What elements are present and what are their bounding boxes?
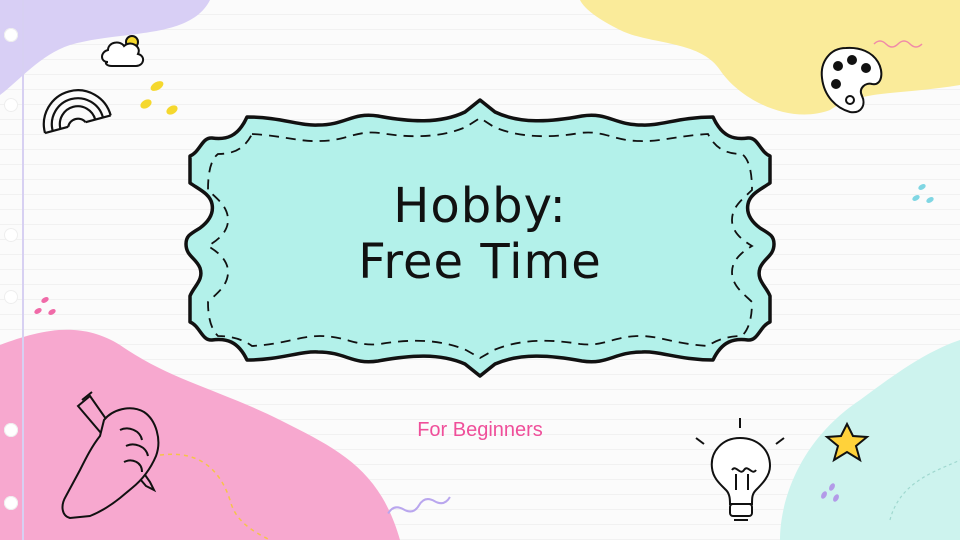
title-line-1: Hobby: (393, 178, 567, 234)
slide-title: Hobby: Free Time (300, 178, 660, 290)
slide-canvas: Hobby: Free Time For Beginners (0, 0, 960, 540)
title-line-2: Free Time (358, 234, 602, 290)
slide-subtitle: For Beginners (417, 419, 543, 441)
